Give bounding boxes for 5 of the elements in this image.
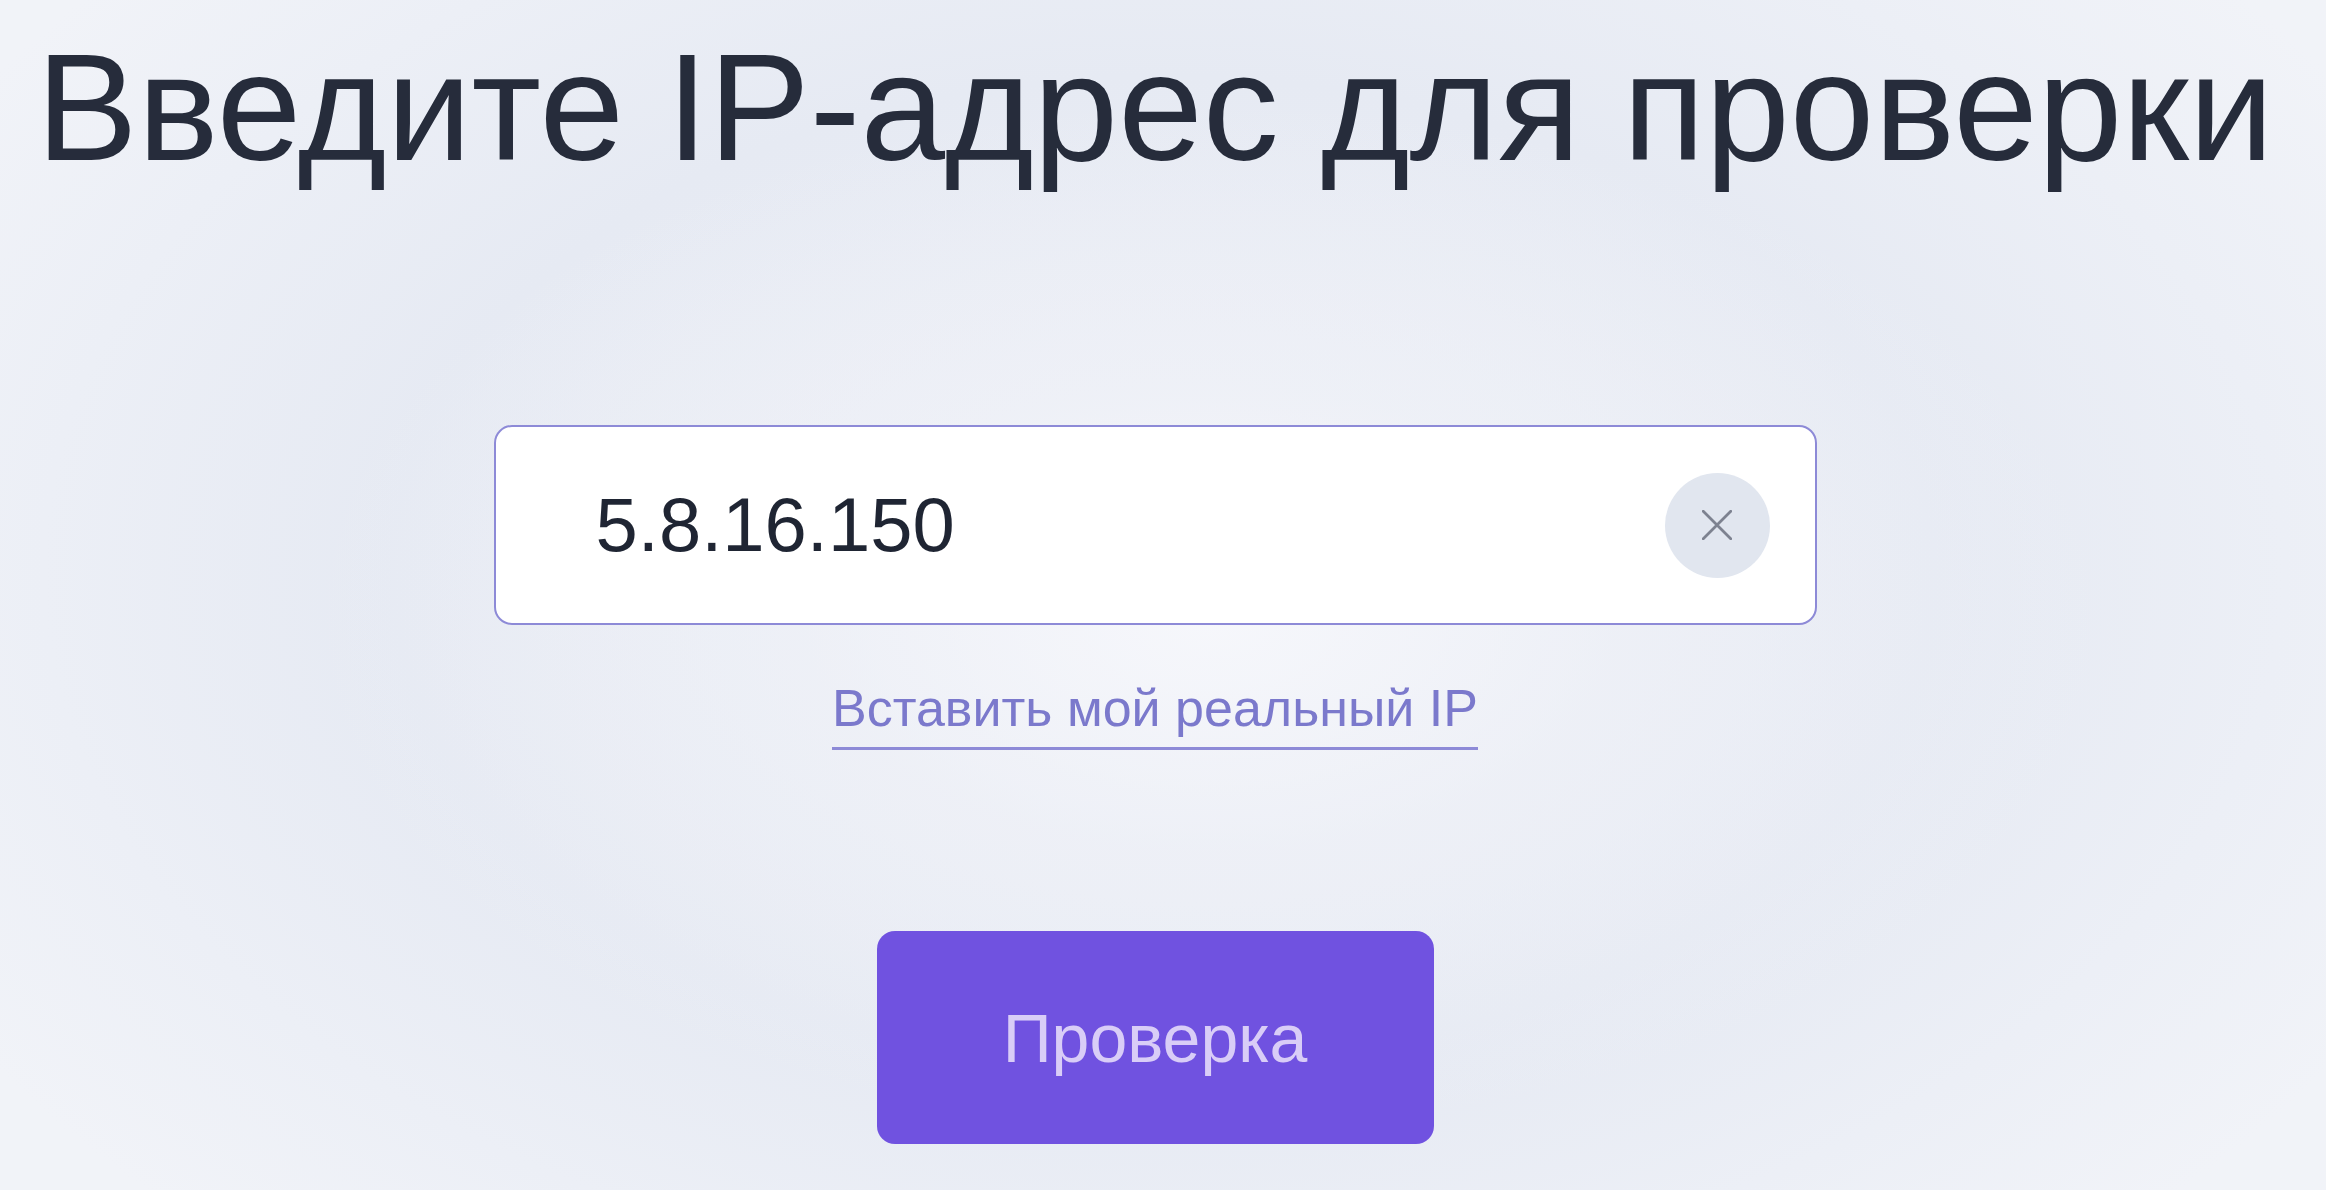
check-button[interactable]: Проверка: [876, 931, 1434, 1145]
close-icon: [1702, 510, 1732, 541]
paste-ip-link[interactable]: Вставить мой реальный IP: [832, 676, 1478, 751]
ip-input-field[interactable]: 5.8.16.150: [493, 424, 1817, 625]
page-title: Введите IP-адрес для проверки: [36, 21, 2274, 194]
